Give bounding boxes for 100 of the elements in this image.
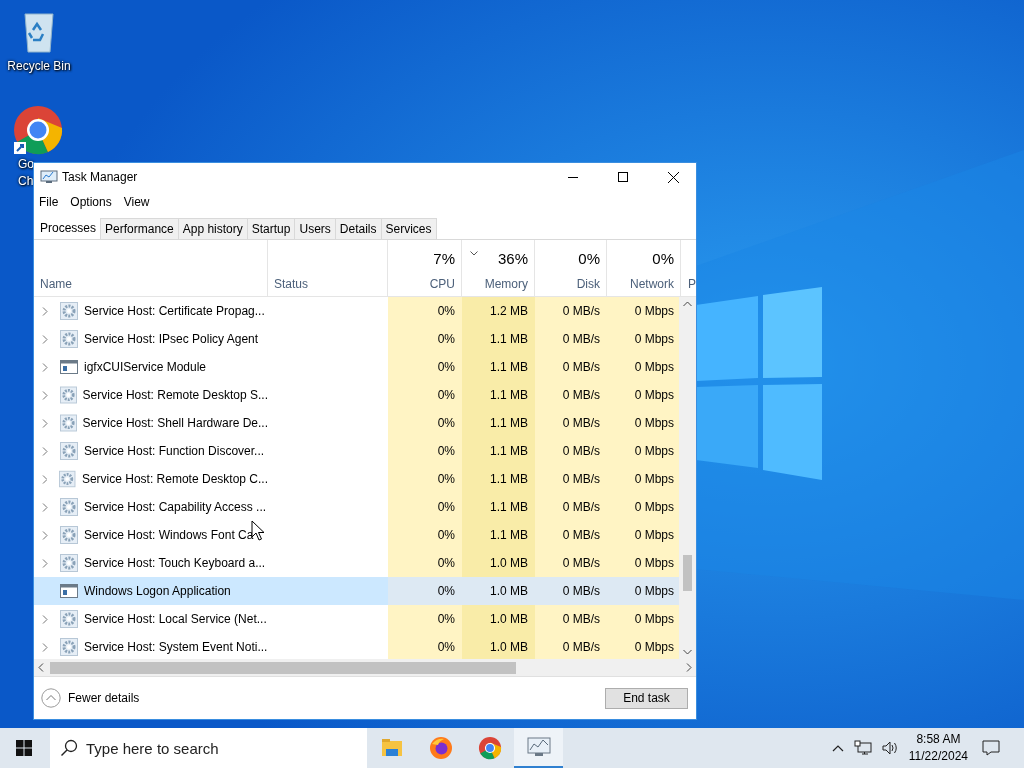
table-cell: 0% xyxy=(388,409,462,437)
vertical-scrollbar[interactable] xyxy=(679,297,696,659)
tab[interactable]: Services xyxy=(380,218,437,239)
icon-label: Go xyxy=(18,156,34,173)
gear-icon xyxy=(60,302,78,320)
process-row[interactable]: Service Host: Windows Font Ca 0% 1.1 MB 0 MB/s 0 Mbps xyxy=(34,521,680,549)
column-header[interactable]: Name xyxy=(34,240,268,296)
chevron-icon[interactable] xyxy=(42,334,48,344)
column-header[interactable]: Status xyxy=(268,240,388,296)
chevron-icon[interactable] xyxy=(42,390,48,400)
table-cell: 1.0 MB xyxy=(462,549,535,577)
table-cell: 1.1 MB xyxy=(462,325,535,353)
monitor-chart-icon xyxy=(40,169,58,185)
date-text: 11/22/2024 xyxy=(908,748,968,765)
tab[interactable]: App history xyxy=(177,218,248,239)
icon-label: Recycle Bin xyxy=(7,58,71,74)
tab[interactable]: Performance xyxy=(100,218,179,239)
gear-icon xyxy=(60,442,78,460)
network-icon[interactable] xyxy=(853,740,872,756)
chevron-icon[interactable] xyxy=(42,614,48,624)
table-cell: 0% xyxy=(388,577,462,605)
chevron-icon[interactable] xyxy=(42,642,48,652)
process-name: Service Host: Function Discover... xyxy=(84,444,265,458)
chrome-icon xyxy=(477,736,502,760)
selected-row[interactable]: Windows Logon Application 0% 1.0 MB 0 MB/s 0 Mbps xyxy=(34,577,680,605)
column-header[interactable]: 7% CPU xyxy=(388,240,462,296)
process-row[interactable]: Service Host: Remote Desktop C... 0% 1.1 MB 0 MB/s 0 Mbps xyxy=(34,465,680,493)
menu-item[interactable]: File xyxy=(39,195,59,209)
table-cell: 0 Mbps xyxy=(607,465,680,493)
icon-label: Ch xyxy=(18,173,34,190)
gear-icon xyxy=(59,414,77,432)
table-cell: 0 Mbps xyxy=(607,493,680,521)
chevron-icon[interactable] xyxy=(42,474,48,484)
table-cell: 0 Mbps xyxy=(607,409,680,437)
table-cell: 1.1 MB xyxy=(462,493,535,521)
table-cell: 0 MB/s xyxy=(535,493,607,521)
column-header[interactable]: 0% Network xyxy=(607,240,681,296)
table-cell: 0% xyxy=(388,633,462,659)
search-field[interactable]: Type here to search xyxy=(50,728,367,768)
chevron-icon[interactable] xyxy=(42,306,48,316)
column-header[interactable]: P xyxy=(681,240,696,296)
table-cell: 0% xyxy=(388,353,462,381)
tab[interactable]: Details xyxy=(334,218,382,239)
notification-icon[interactable] xyxy=(982,740,1000,756)
process-row[interactable]: Service Host: Certificate Propag... 0% 1.2 MB 0 MB/s 0 Mbps xyxy=(34,297,680,325)
process-row[interactable]: Service Host: Function Discover... 0% 1.1 MB 0 MB/s 0 Mbps xyxy=(34,437,680,465)
time-text: 8:58 AM xyxy=(916,731,961,748)
folder-icon xyxy=(380,738,403,758)
gear-icon xyxy=(59,386,77,404)
clock[interactable]: 8:58 AM 11/22/2024 xyxy=(908,731,968,765)
process-row[interactable]: igfxCUIService Module 0% 1.1 MB 0 MB/s 0 Mbps xyxy=(34,353,680,381)
process-row[interactable]: Service Host: Touch Keyboard a... 0% 1.0 MB 0 MB/s 0 Mbps xyxy=(34,549,680,577)
process-row[interactable]: Service Host: Remote Desktop S... 0% 1.1 MB 0 MB/s 0 Mbps xyxy=(34,381,680,409)
table-cell: 0 Mbps xyxy=(607,577,680,605)
table-cell: 0 MB/s xyxy=(535,409,607,437)
speaker-icon[interactable] xyxy=(881,741,898,755)
table-cell: 0 MB/s xyxy=(535,297,607,325)
table-cell: 0 MB/s xyxy=(535,577,607,605)
end-task-button[interactable]: End task xyxy=(605,687,688,709)
process-name: Service Host: Remote Desktop C... xyxy=(81,472,268,486)
maximize-icon xyxy=(618,172,628,182)
scrollbar-thumb[interactable] xyxy=(50,661,516,674)
process-row[interactable]: Service Host: IPsec Policy Agent 0% 1.1 MB 0 MB/s 0 Mbps xyxy=(34,325,680,353)
horizontal-scrollbar[interactable] xyxy=(34,659,696,676)
chevron-icon[interactable] xyxy=(42,530,48,540)
scrollbar-thumb[interactable] xyxy=(683,555,692,591)
process-name: igfxCUIService Module xyxy=(84,360,207,374)
process-name: Service Host: Shell Hardware De... xyxy=(82,416,268,430)
tab[interactable]: Users xyxy=(294,218,336,239)
chevron-icon[interactable] xyxy=(42,418,48,428)
table-cell: 0 MB/s xyxy=(535,549,607,577)
collapse-icon[interactable] xyxy=(41,688,61,708)
table-cell: 0 Mbps xyxy=(607,549,680,577)
table-cell: 0% xyxy=(388,297,462,325)
process-name: Service Host: Local Service (Net... xyxy=(84,612,267,626)
chevron-icon[interactable] xyxy=(42,446,48,456)
chevron-icon[interactable] xyxy=(42,502,48,512)
table-cell: 0 Mbps xyxy=(607,437,680,465)
process-row[interactable]: Service Host: Local Service (Net... 0% 1.0 MB 0 MB/s 0 Mbps xyxy=(34,605,680,633)
taskmanager-taskbar-button[interactable] xyxy=(514,728,563,768)
process-row[interactable]: Service Host: Capability Access ... 0% 1.1 MB 0 MB/s 0 Mbps xyxy=(34,493,680,521)
chrome-icon[interactable] xyxy=(12,104,64,156)
menu-item[interactable]: View xyxy=(123,195,150,209)
column-header[interactable]: 0% Disk xyxy=(535,240,607,296)
table-cell: 1.2 MB xyxy=(462,297,535,325)
table-cell: 1.0 MB xyxy=(462,633,535,659)
table-cell: 1.0 MB xyxy=(462,605,535,633)
table-cell: 1.1 MB xyxy=(462,465,535,493)
column-header[interactable]: 36% Memory xyxy=(462,240,535,296)
fewer-details-link[interactable]: Fewer details xyxy=(68,691,140,705)
chevron-icon[interactable] xyxy=(42,362,48,372)
process-row[interactable]: Service Host: System Event Noti... 0% 1.0 MB 0 MB/s 0 Mbps xyxy=(34,633,680,659)
table-cell: 0% xyxy=(388,549,462,577)
chevron-up-icon[interactable] xyxy=(831,744,844,752)
menu-item[interactable]: Options xyxy=(70,195,112,209)
process-row[interactable]: Service Host: Shell Hardware De... 0% 1.1 MB 0 MB/s 0 Mbps xyxy=(34,409,680,437)
tab[interactable]: Startup xyxy=(246,218,296,239)
process-name: Windows Logon Application xyxy=(84,584,231,598)
table-cell: 1.1 MB xyxy=(462,353,535,381)
chevron-icon[interactable] xyxy=(42,558,48,568)
